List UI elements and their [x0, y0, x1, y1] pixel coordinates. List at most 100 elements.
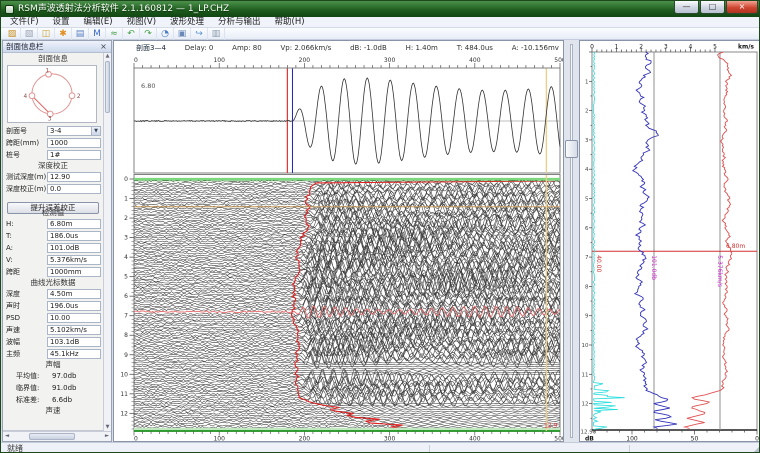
- v-value-input-label: V:: [6, 256, 47, 264]
- svg-text:0: 0: [590, 44, 594, 51]
- info-a: A: -10.156mv: [512, 44, 559, 52]
- waveform-view-icon[interactable]: M: [89, 28, 106, 40]
- sidebar-vertical-scrollbar[interactable]: ▲ ▼: [103, 53, 111, 431]
- average-value-label: 平均值:: [16, 371, 50, 381]
- svg-text:2: 2: [77, 94, 81, 100]
- minimize-button[interactable]: —: [674, 1, 699, 14]
- svg-text:4: 4: [688, 44, 692, 51]
- window-controls: — □ ×: [673, 1, 758, 14]
- svg-text:0: 0: [134, 57, 138, 64]
- menu-waveform-processing[interactable]: 波形处理: [163, 17, 211, 27]
- depth-correction-input-label: 深度校正(m): [6, 184, 47, 194]
- span-mm-input-value: 1000: [50, 139, 68, 147]
- info-delay: Delay: 0: [185, 44, 214, 52]
- scroll-up-icon[interactable]: ▲: [104, 53, 111, 60]
- menu-file[interactable]: 文件(F): [3, 17, 46, 27]
- h-value-input[interactable]: 6.80m: [47, 219, 101, 229]
- settings-gear-icon[interactable]: ✱: [55, 28, 72, 40]
- slider-track[interactable]: [570, 44, 573, 438]
- horizontal-scroll-thumb[interactable]: [29, 433, 75, 440]
- report-icon[interactable]: ▣: [174, 28, 191, 40]
- svg-text:4: 4: [23, 94, 27, 100]
- pile-number-input-label: 桩号: [6, 150, 47, 160]
- profile-diagram: 1234: [7, 65, 97, 123]
- velocity-input[interactable]: 5.102km/s: [47, 325, 101, 335]
- sidebar-title: 剖面信息栏: [6, 41, 44, 52]
- menu-settings[interactable]: 设置: [46, 17, 77, 27]
- redo-icon[interactable]: ↷: [140, 28, 157, 40]
- cursor-time-input[interactable]: 196.0us: [47, 301, 101, 311]
- stddev-value: 6.6db: [50, 396, 101, 404]
- velocity-stats-header: 声速: [3, 406, 103, 416]
- depth-profile-chart[interactable]: 012345km/s050100dB12345678910111212.9040…: [580, 41, 760, 441]
- t-value-input-value: 186.0us: [50, 232, 78, 240]
- vertical-scroll-thumb[interactable]: [105, 61, 110, 113]
- span-mm-input-label: 跨距(mm): [6, 138, 47, 148]
- waveform-panel: 剖面3—4Delay: 0Amp: 80Vp: 2.066km/sdB: -1.…: [113, 40, 564, 442]
- test-depth-input[interactable]: 12.90: [47, 172, 101, 182]
- resize-grip-icon[interactable]: ◢: [754, 443, 760, 453]
- statusbar: 就绪 ◢: [1, 442, 760, 453]
- open-file-icon[interactable]: ▨: [4, 28, 21, 40]
- menubar: 文件(F)设置编辑(E)视图(V)波形处理分析与输出帮助(H): [1, 17, 760, 28]
- svg-text:500: 500: [554, 57, 563, 64]
- span-value-input-value: 1000mm: [50, 268, 81, 276]
- svg-text:1: 1: [46, 68, 50, 74]
- dropdown-arrow-icon[interactable]: ▼: [91, 127, 100, 135]
- h-value-input-label: H:: [6, 220, 47, 228]
- close-button[interactable]: ×: [726, 1, 758, 14]
- wiggle-trace-chart[interactable]: 012345678910111212.90100200300400500: [114, 174, 563, 441]
- svg-text:7: 7: [124, 313, 128, 320]
- psd-input[interactable]: 10.00: [47, 313, 101, 323]
- scroll-down-icon[interactable]: ▼: [104, 424, 111, 431]
- save-file-icon[interactable]: ▧: [21, 28, 38, 40]
- profile-number-select[interactable]: 3-4▼: [47, 126, 101, 136]
- file-manage-icon[interactable]: ◫: [38, 28, 55, 40]
- spectrum-icon[interactable]: ≈: [106, 28, 123, 40]
- svg-text:2: 2: [585, 109, 589, 115]
- critical-value: 91.0db: [50, 384, 101, 392]
- slider-thumb[interactable]: [565, 140, 578, 158]
- cursor-depth-input[interactable]: 4.50m: [47, 289, 101, 299]
- undo-icon[interactable]: ↶: [123, 28, 140, 40]
- chart-view-icon[interactable]: ▤: [72, 28, 89, 40]
- menu-edit[interactable]: 编辑(E): [77, 17, 120, 27]
- svg-text:400: 400: [469, 57, 481, 64]
- span-mm-input[interactable]: 1000: [47, 138, 101, 148]
- main-frequency-input-label: 主频: [6, 349, 47, 359]
- status-text: 就绪: [7, 444, 23, 453]
- svg-text:0: 0: [755, 436, 759, 442]
- info-t: T: 484.0us: [457, 44, 493, 52]
- t-value-input[interactable]: 186.0us: [47, 231, 101, 241]
- amplitude-input[interactable]: 103.1dB: [47, 337, 101, 347]
- a-value-input[interactable]: 101.0dB: [47, 243, 101, 253]
- menu-analysis-output[interactable]: 分析与输出: [211, 17, 268, 27]
- pile-number-input[interactable]: 1#: [47, 150, 101, 160]
- svg-text:5: 5: [585, 197, 589, 203]
- export-icon[interactable]: ↪: [191, 28, 208, 40]
- sidebar-close-icon[interactable]: ×: [99, 41, 108, 52]
- scroll-right-icon[interactable]: ►: [103, 432, 111, 441]
- profile-curves-panel: 012345km/s050100dB12345678910111212.9040…: [579, 40, 760, 442]
- svg-text:5: 5: [713, 44, 717, 51]
- svg-text:7: 7: [585, 255, 589, 261]
- test-depth-input-value: 12.90: [50, 173, 70, 181]
- depth-slider[interactable]: [564, 40, 579, 442]
- print-icon[interactable]: ▥: [208, 28, 225, 40]
- v-value-input[interactable]: 5.376km/s: [47, 255, 101, 265]
- depth-correction-input[interactable]: 0.0: [47, 184, 101, 194]
- maximize-button[interactable]: □: [700, 1, 725, 14]
- span-value-input[interactable]: 1000mm: [47, 267, 101, 277]
- menu-view[interactable]: 视图(V): [120, 17, 163, 27]
- analyze-icon[interactable]: ◔: [157, 28, 174, 40]
- svg-text:6.80: 6.80: [141, 82, 155, 90]
- pile-number-input-value: 1#: [50, 151, 60, 159]
- main-frequency-input[interactable]: 45.1kHz: [47, 349, 101, 359]
- menu-help[interactable]: 帮助(H): [268, 17, 312, 27]
- single-trace-chart[interactable]: 01002003004005006.80: [114, 55, 563, 174]
- svg-text:4: 4: [124, 254, 128, 261]
- sidebar-horizontal-scrollbar[interactable]: ◄ ►: [3, 431, 111, 441]
- amplitude-input-value: 103.1dB: [50, 338, 79, 346]
- scroll-left-icon[interactable]: ◄: [3, 432, 11, 441]
- curve-cursor-data-header: 曲线光标数据: [3, 278, 103, 288]
